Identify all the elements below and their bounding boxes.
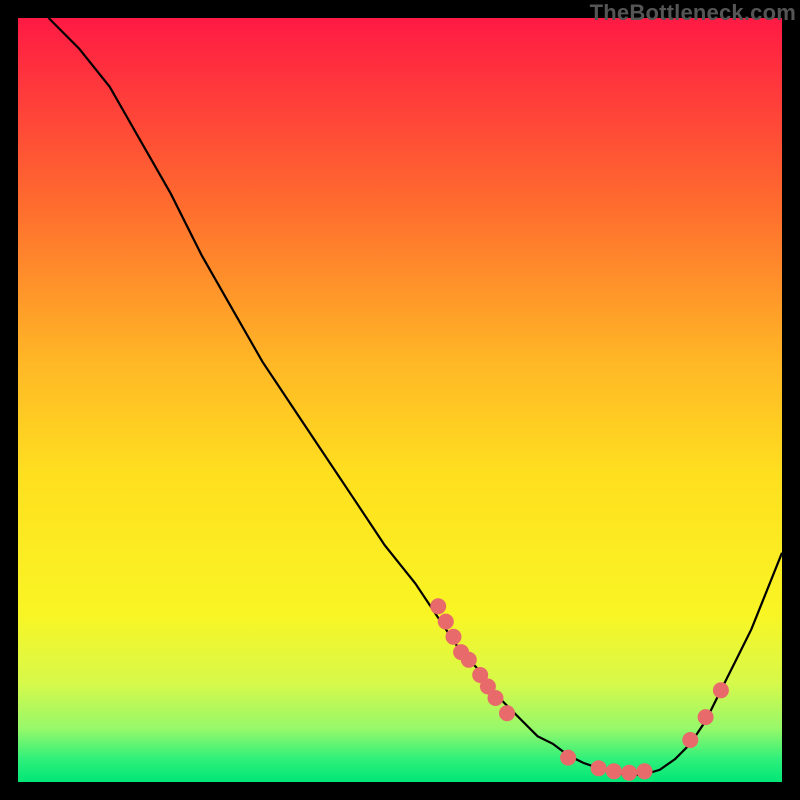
data-dot [606,763,622,779]
data-dot [430,598,446,614]
data-dot [682,732,698,748]
chart-overlay [18,18,782,782]
data-dot [698,709,714,725]
data-dot [438,614,454,630]
data-dot [499,705,515,721]
data-dot [560,750,576,766]
data-dot [461,652,477,668]
watermark-text: TheBottleneck.com [590,0,796,26]
data-dot [621,765,637,781]
data-dot [637,763,653,779]
data-dot [713,682,729,698]
data-dot [446,629,462,645]
data-dot [488,690,504,706]
chart-container: TheBottleneck.com [0,0,800,800]
data-dot [591,760,607,776]
data-dots [430,598,729,781]
curve-line [49,18,782,775]
